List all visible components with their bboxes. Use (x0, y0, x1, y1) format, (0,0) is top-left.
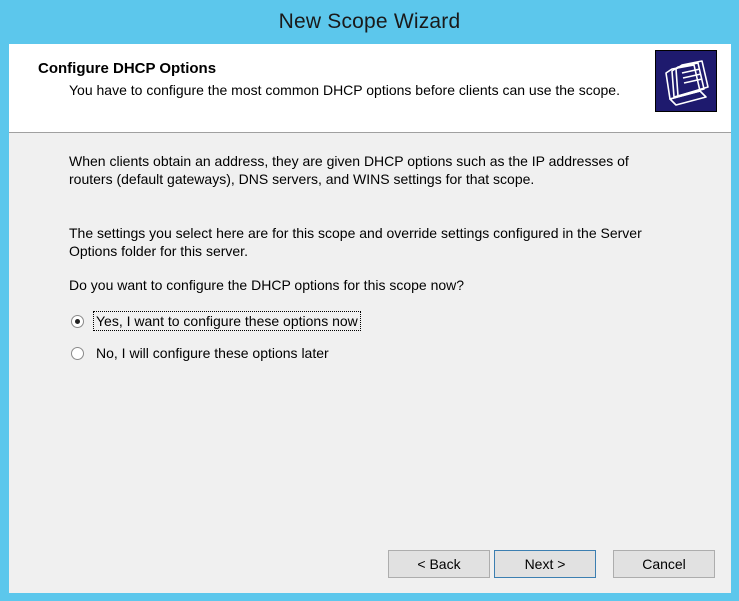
option-no-row[interactable]: No, I will configure these options later (71, 343, 331, 363)
next-button[interactable]: Next > (494, 550, 596, 578)
page-subtitle: You have to configure the most common DH… (69, 82, 620, 98)
wizard-window: New Scope Wizard Configure DHCP Options … (0, 0, 739, 601)
cancel-button[interactable]: Cancel (613, 550, 715, 578)
window-title: New Scope Wizard (278, 10, 461, 33)
wizard-header: Configure DHCP Options You have to confi… (9, 44, 731, 133)
back-button[interactable]: < Back (388, 550, 490, 578)
question-text: Do you want to configure the DHCP option… (69, 277, 465, 293)
description-paragraph-2: The settings you select here are for thi… (69, 225, 642, 259)
wizard-client-area: Configure DHCP Options You have to confi… (9, 44, 731, 593)
option-yes-radio[interactable] (71, 314, 84, 328)
description-paragraph-1: When clients obtain an address, they are… (69, 153, 629, 187)
page-title: Configure DHCP Options (38, 60, 217, 77)
option-yes-label[interactable]: Yes, I want to configure these options n… (93, 311, 361, 331)
folders-icon (655, 50, 717, 112)
option-yes-row[interactable]: Yes, I want to configure these options n… (71, 311, 361, 331)
option-no-radio[interactable] (71, 346, 84, 360)
option-no-label[interactable]: No, I will configure these options later (94, 344, 331, 362)
title-bar[interactable]: New Scope Wizard (0, 0, 739, 44)
